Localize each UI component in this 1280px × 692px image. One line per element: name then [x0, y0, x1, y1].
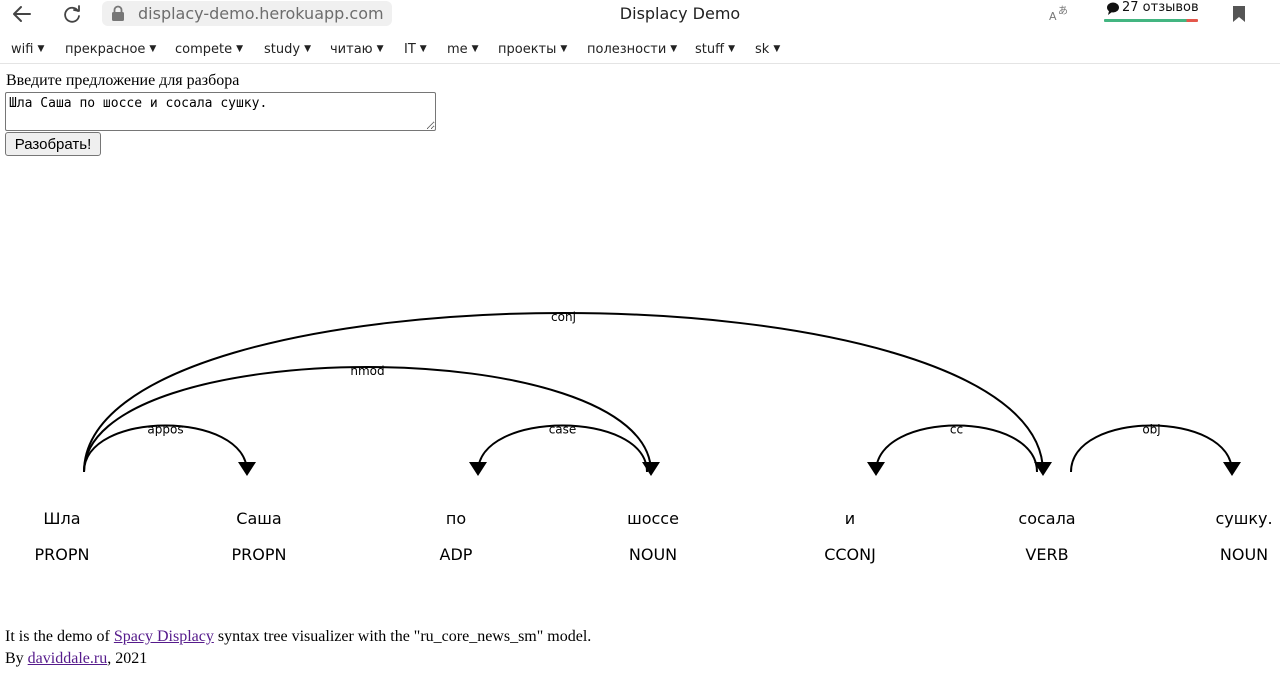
bookmarks-bar: wifi ▼ прекрасное ▼ compete ▼ study ▼ читаю ▼… — [0, 36, 1280, 64]
back-arrow-icon[interactable] — [10, 3, 34, 25]
chevron-down-icon: ▼ — [471, 44, 479, 54]
translate-icon[interactable]: A あ — [1048, 4, 1072, 24]
token-tag: ADP — [440, 545, 473, 564]
chevron-down-icon: ▼ — [37, 44, 45, 54]
words-layer: Шла PROPN Саша PROPN по ADP шоссе NOUN и CCONJ сос… — [35, 509, 1273, 564]
lock-icon — [112, 5, 124, 21]
token-tag: NOUN — [1220, 545, 1268, 564]
svg-text:あ: あ — [1058, 5, 1068, 17]
url-text: displacy-demo.herokuapp.com — [138, 4, 384, 23]
input-label: Введите предложение для разбора — [6, 72, 240, 89]
menu-item-me[interactable]: me ▼ — [447, 42, 479, 57]
address-bar[interactable]: displacy-demo.herokuapp.com — [102, 1, 392, 26]
reload-icon[interactable] — [61, 3, 85, 25]
parse-button[interactable]: Разобрать! — [5, 132, 101, 156]
menu-item-chitayu[interactable]: читаю ▼ — [330, 42, 384, 57]
arc-label: nmod — [350, 364, 384, 378]
arrowhead-icon — [1223, 462, 1241, 476]
token-tag: CCONJ — [824, 545, 876, 564]
token-tag: NOUN — [629, 545, 677, 564]
token-tag: PROPN — [232, 545, 287, 564]
footer: It is the demo of Spacy Displacy syntax … — [5, 626, 591, 670]
arc-label: obj — [1142, 423, 1160, 437]
spacy-displacy-link[interactable]: Spacy Displacy — [114, 628, 214, 645]
menu-item-sk[interactable]: sk ▼ — [755, 42, 780, 57]
token-word: сушку. — [1215, 509, 1272, 528]
menu-item-study[interactable]: study ▼ — [264, 42, 311, 57]
author-link[interactable]: daviddale.ru — [28, 650, 108, 667]
arc-label: cc — [950, 423, 963, 437]
arrowhead-icon — [238, 462, 256, 476]
svg-text:A: A — [1049, 10, 1057, 23]
menu-item-wifi[interactable]: wifi ▼ — [11, 42, 44, 57]
arcs-layer: conj nmod appos case cc obj — [83, 310, 1241, 476]
token-word: шоссе — [627, 509, 679, 528]
footer-line-2: By daviddale.ru, 2021 — [5, 650, 148, 667]
footer-line-1: It is the demo of Spacy Displacy syntax … — [5, 628, 592, 645]
menu-item-it[interactable]: IT ▼ — [404, 42, 427, 57]
token-word: Шла — [43, 509, 80, 528]
arc-nmod — [83, 366, 652, 473]
token-word: Саша — [236, 509, 281, 528]
token-word: по — [446, 509, 466, 528]
bookmark-icon[interactable] — [1231, 5, 1247, 23]
reviews-count: 27 отзывов — [1122, 0, 1199, 15]
arc-conj — [83, 312, 1044, 473]
speech-bubble-icon — [1107, 2, 1119, 15]
menu-item-proekty[interactable]: проекты ▼ — [498, 42, 567, 57]
chevron-down-icon: ▼ — [419, 44, 427, 54]
chevron-down-icon: ▼ — [728, 44, 735, 54]
sentence-input[interactable] — [5, 92, 436, 131]
rating-bar — [1104, 19, 1198, 22]
arrowhead-icon — [867, 462, 885, 476]
chevron-down-icon: ▼ — [376, 44, 384, 54]
dependency-tree: conj nmod appos case cc obj Шла PROPN Саша PROPN… — [35, 310, 1273, 564]
menu-item-prekrasnoe[interactable]: прекрасное ▼ — [65, 42, 156, 57]
menu-item-poleznosti[interactable]: полезности ▼ — [587, 42, 677, 57]
arrowhead-icon — [469, 462, 487, 476]
token-word: сосала — [1018, 509, 1075, 528]
chevron-down-icon: ▼ — [304, 44, 311, 54]
window-title: Displacy Demo — [619, 4, 741, 23]
chevron-down-icon: ▼ — [236, 44, 244, 54]
chevron-down-icon: ▼ — [773, 44, 781, 54]
menu-item-stuff[interactable]: stuff ▼ — [695, 42, 735, 57]
token-tag: PROPN — [35, 545, 90, 564]
arc-label: case — [549, 423, 577, 437]
chevron-down-icon: ▼ — [149, 44, 157, 54]
token-word: и — [845, 509, 855, 528]
arrowhead-icon — [642, 462, 660, 476]
browser-toolbar: displacy-demo.herokuapp.com Displacy Dem… — [0, 0, 1280, 30]
chevron-down-icon: ▼ — [560, 44, 568, 54]
chevron-down-icon: ▼ — [670, 44, 678, 54]
arc-label: conj — [551, 310, 576, 324]
token-tag: VERB — [1025, 545, 1068, 564]
menu-item-compete[interactable]: compete ▼ — [175, 42, 243, 57]
reviews-button[interactable]: 27 отзывов — [1104, 0, 1200, 22]
arc-label: appos — [147, 423, 183, 437]
